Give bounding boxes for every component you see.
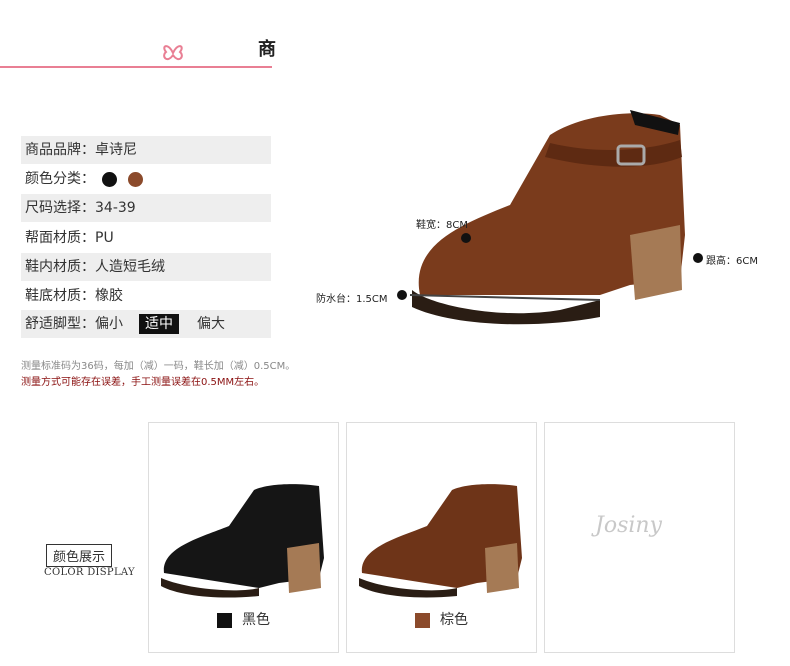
black-color-dot bbox=[102, 171, 118, 187]
black-boot-image bbox=[161, 484, 324, 598]
spec-brand: 商品品牌：卓诗尼 bbox=[21, 136, 271, 164]
spec-fit-label: 舒适脚型：偏小 bbox=[25, 316, 123, 332]
heel-measure-point bbox=[693, 253, 703, 263]
heel-measurement: 跟高：6CM bbox=[706, 256, 758, 267]
brown-square-icon bbox=[415, 612, 430, 628]
brand-watermark-card: Josiny bbox=[544, 422, 735, 653]
brown-color-name: 棕色 bbox=[440, 612, 468, 628]
brown-swatch-card: 棕色 bbox=[346, 422, 537, 653]
size-note: 测量标准码为36码，每加（减）一码，鞋长加（减）0.5CM。 bbox=[21, 361, 296, 372]
spec-upper-material: 帮面材质：PU bbox=[25, 230, 114, 246]
spec-size: 尺码选择：34-39 bbox=[21, 194, 271, 222]
color-display-subtitle: COLOR DISPLAY bbox=[44, 567, 135, 578]
brown-color-dot bbox=[127, 171, 143, 187]
black-color-name: 黑色 bbox=[242, 612, 270, 628]
color-display-title: 颜色展示 bbox=[46, 544, 113, 567]
black-swatch-label: 黑色 bbox=[149, 609, 338, 629]
boot-side-illustration bbox=[409, 110, 685, 325]
brown-boot-image bbox=[359, 484, 522, 598]
section-title: 商 bbox=[258, 39, 276, 60]
spec-fit: 舒适脚型：偏小 适中 偏大 bbox=[21, 310, 271, 338]
spec-lining-material: 鞋内材质：人造短毛绒 bbox=[21, 253, 271, 281]
spec-color-label: 颜色分类： bbox=[25, 171, 95, 187]
platform-measure-point bbox=[397, 290, 407, 300]
spec-color: 颜色分类： bbox=[21, 165, 271, 193]
black-swatch-card: 黑色 bbox=[148, 422, 339, 653]
fit-selected: 适中 bbox=[139, 314, 179, 334]
width-measurement: 鞋宽：8CM bbox=[416, 220, 468, 231]
fit-large: 偏大 bbox=[197, 316, 225, 332]
header-divider bbox=[0, 66, 272, 68]
brand-logo-watermark: Josiny bbox=[595, 513, 662, 538]
butterfly-logo-icon bbox=[163, 45, 183, 61]
brown-swatch-label: 棕色 bbox=[347, 609, 536, 629]
platform-measurement: 防水台：1.5CM bbox=[316, 294, 388, 305]
measure-note: 测量方式可能存在误差，手工测量误差在0.5MM左右。 bbox=[21, 377, 265, 388]
spec-sole-material: 鞋底材质：橡胶 bbox=[25, 288, 123, 304]
black-square-icon bbox=[217, 612, 232, 628]
width-measure-point bbox=[461, 233, 471, 243]
